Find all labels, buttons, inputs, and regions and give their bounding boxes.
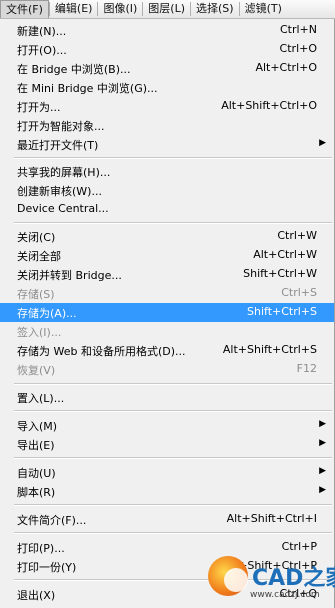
menu-item-automate[interactable]: 自动(U) ▶ xyxy=(0,463,334,482)
menu-item-label: 签入(I)... xyxy=(17,326,62,339)
menu-item-shortcut: Shift+Ctrl+S xyxy=(247,305,317,318)
menu-bar: 文件(F) 编辑(E) 图像(I) 图层(L) 选择(S) 滤镜(T) xyxy=(0,0,335,19)
menu-item-label: 退出(X) xyxy=(17,589,56,602)
menu-separator xyxy=(14,383,332,385)
menu-item-shortcut: Alt+Shift+Ctrl+I xyxy=(226,512,317,525)
watermark-url: www.cadzj.com xyxy=(250,590,320,600)
menubar-filter[interactable]: 滤镜(T) xyxy=(240,0,287,18)
file-menu-dropdown: 新建(N)... Ctrl+N 打开(O)... Ctrl+O 在 Bridge 中… xyxy=(0,19,335,608)
menu-item-close-and-go-to-bridge[interactable]: 关闭并转到 Bridge... Shift+Ctrl+W xyxy=(0,265,334,284)
menu-item-device-central[interactable]: Device Central... xyxy=(0,200,334,219)
menu-item-import[interactable]: 导入(M) ▶ xyxy=(0,416,334,435)
menu-separator xyxy=(14,532,332,534)
menu-item-export[interactable]: 导出(E) ▶ xyxy=(0,435,334,454)
menu-item-shortcut: F12 xyxy=(296,362,317,375)
menu-item-browse-in-bridge[interactable]: 在 Bridge 中浏览(B)... Alt+Ctrl+O xyxy=(0,59,334,78)
menu-item-label: 关闭并转到 Bridge... xyxy=(17,269,122,282)
menu-item-label: 打开为... xyxy=(17,101,61,114)
menu-separator xyxy=(14,157,332,159)
menu-item-shortcut: Ctrl+O xyxy=(279,42,317,55)
menu-item-shortcut: Alt+Shift+Ctrl+O xyxy=(221,99,317,112)
menu-item-browse-in-mini-bridge[interactable]: 在 Mini Bridge 中浏览(G)... xyxy=(0,78,334,97)
menu-separator xyxy=(14,222,332,224)
menu-item-close[interactable]: 关闭(C) Ctrl+W xyxy=(0,227,334,246)
watermark-logo: CAD之家 www.cadzj.com xyxy=(200,552,335,608)
menu-item-open[interactable]: 打开(O)... Ctrl+O xyxy=(0,40,334,59)
menu-item-label: 文件简介(F)... xyxy=(17,514,87,527)
menu-item-check-in[interactable]: 签入(I)... xyxy=(0,322,334,341)
submenu-arrow-icon: ▶ xyxy=(319,438,326,448)
menu-item-label: 关闭全部 xyxy=(17,250,61,263)
menu-item-label: 最近打开文件(T) xyxy=(17,139,99,152)
menu-item-save-as[interactable]: 存储为(A)... Shift+Ctrl+S xyxy=(0,303,334,322)
menu-item-label: 打印一份(Y) xyxy=(17,561,77,574)
menubar-select[interactable]: 选择(S) xyxy=(191,0,239,18)
menu-item-label: 关闭(C) xyxy=(17,231,56,244)
menu-item-shortcut: Ctrl+W xyxy=(277,229,317,242)
menu-item-create-review[interactable]: 创建新审核(W)... xyxy=(0,181,334,200)
menu-item-close-all[interactable]: 关闭全部 Alt+Ctrl+W xyxy=(0,246,334,265)
menu-item-label: 脚本(R) xyxy=(17,486,56,499)
menu-item-label: 打印(P)... xyxy=(17,542,65,555)
menu-item-shortcut: Ctrl+N xyxy=(279,23,317,36)
menu-item-label: 导出(E) xyxy=(17,439,55,452)
menu-item-shortcut: Shift+Ctrl+W xyxy=(243,267,317,280)
menu-separator xyxy=(14,410,332,412)
menu-item-label: 存储为 Web 和设备所用格式(D)... xyxy=(17,345,186,358)
menu-item-label: 在 Bridge 中浏览(B)... xyxy=(17,63,131,76)
menu-item-save-for-web[interactable]: 存储为 Web 和设备所用格式(D)... Alt+Shift+Ctrl+S xyxy=(0,341,334,360)
menu-item-shortcut: Alt+Ctrl+W xyxy=(253,248,317,261)
menu-item-label: 新建(N)... xyxy=(17,25,67,38)
submenu-arrow-icon: ▶ xyxy=(319,419,326,429)
menu-item-open-as-smart-object[interactable]: 打开为智能对象... xyxy=(0,116,334,135)
menu-item-scripts[interactable]: 脚本(R) ▶ xyxy=(0,482,334,501)
menu-item-share-screen[interactable]: 共享我的屏幕(H)... xyxy=(0,162,334,181)
menu-item-shortcut: Ctrl+S xyxy=(281,286,317,299)
menu-item-place[interactable]: 置入(L)... xyxy=(0,388,334,407)
menu-item-label: 共享我的屏幕(H)... xyxy=(17,166,111,179)
submenu-arrow-icon: ▶ xyxy=(319,466,326,476)
menu-item-shortcut: Alt+Shift+Ctrl+S xyxy=(222,343,317,356)
menu-item-file-info[interactable]: 文件简介(F)... Alt+Shift+Ctrl+I xyxy=(0,510,334,529)
menu-separator xyxy=(14,504,332,506)
menu-item-revert[interactable]: 恢复(V) F12 xyxy=(0,360,334,379)
menubar-image[interactable]: 图像(I) xyxy=(98,0,142,18)
menu-item-label: 置入(L)... xyxy=(17,392,65,405)
menu-item-label: 创建新审核(W)... xyxy=(17,185,102,198)
menu-item-label: 打开为智能对象... xyxy=(17,120,105,133)
submenu-arrow-icon: ▶ xyxy=(319,138,326,148)
menu-item-open-as[interactable]: 打开为... Alt+Shift+Ctrl+O xyxy=(0,97,334,116)
menu-item-label: 打开(O)... xyxy=(17,44,67,57)
menu-item-label: 导入(M) xyxy=(17,420,58,433)
menubar-layer[interactable]: 图层(L) xyxy=(143,0,190,18)
submenu-arrow-icon: ▶ xyxy=(319,485,326,495)
menu-item-label: 恢复(V) xyxy=(17,364,56,377)
menu-item-label: Device Central... xyxy=(17,202,109,215)
menu-item-save[interactable]: 存储(S) Ctrl+S xyxy=(0,284,334,303)
menu-item-recent-files[interactable]: 最近打开文件(T) ▶ xyxy=(0,135,334,154)
menu-item-label: 自动(U) xyxy=(17,467,56,480)
watermark-text: CAD之家 xyxy=(252,566,335,591)
menu-item-label: 存储为(A)... xyxy=(17,307,77,320)
menu-separator xyxy=(14,457,332,459)
cad-logo-icon xyxy=(208,556,248,596)
menu-item-new[interactable]: 新建(N)... Ctrl+N xyxy=(0,21,334,40)
menubar-file[interactable]: 文件(F) xyxy=(0,0,49,18)
menu-item-label: 存储(S) xyxy=(17,288,55,301)
menubar-edit[interactable]: 编辑(E) xyxy=(50,0,98,18)
menu-item-label: 在 Mini Bridge 中浏览(G)... xyxy=(17,82,158,95)
menu-item-shortcut: Alt+Ctrl+O xyxy=(255,61,317,74)
